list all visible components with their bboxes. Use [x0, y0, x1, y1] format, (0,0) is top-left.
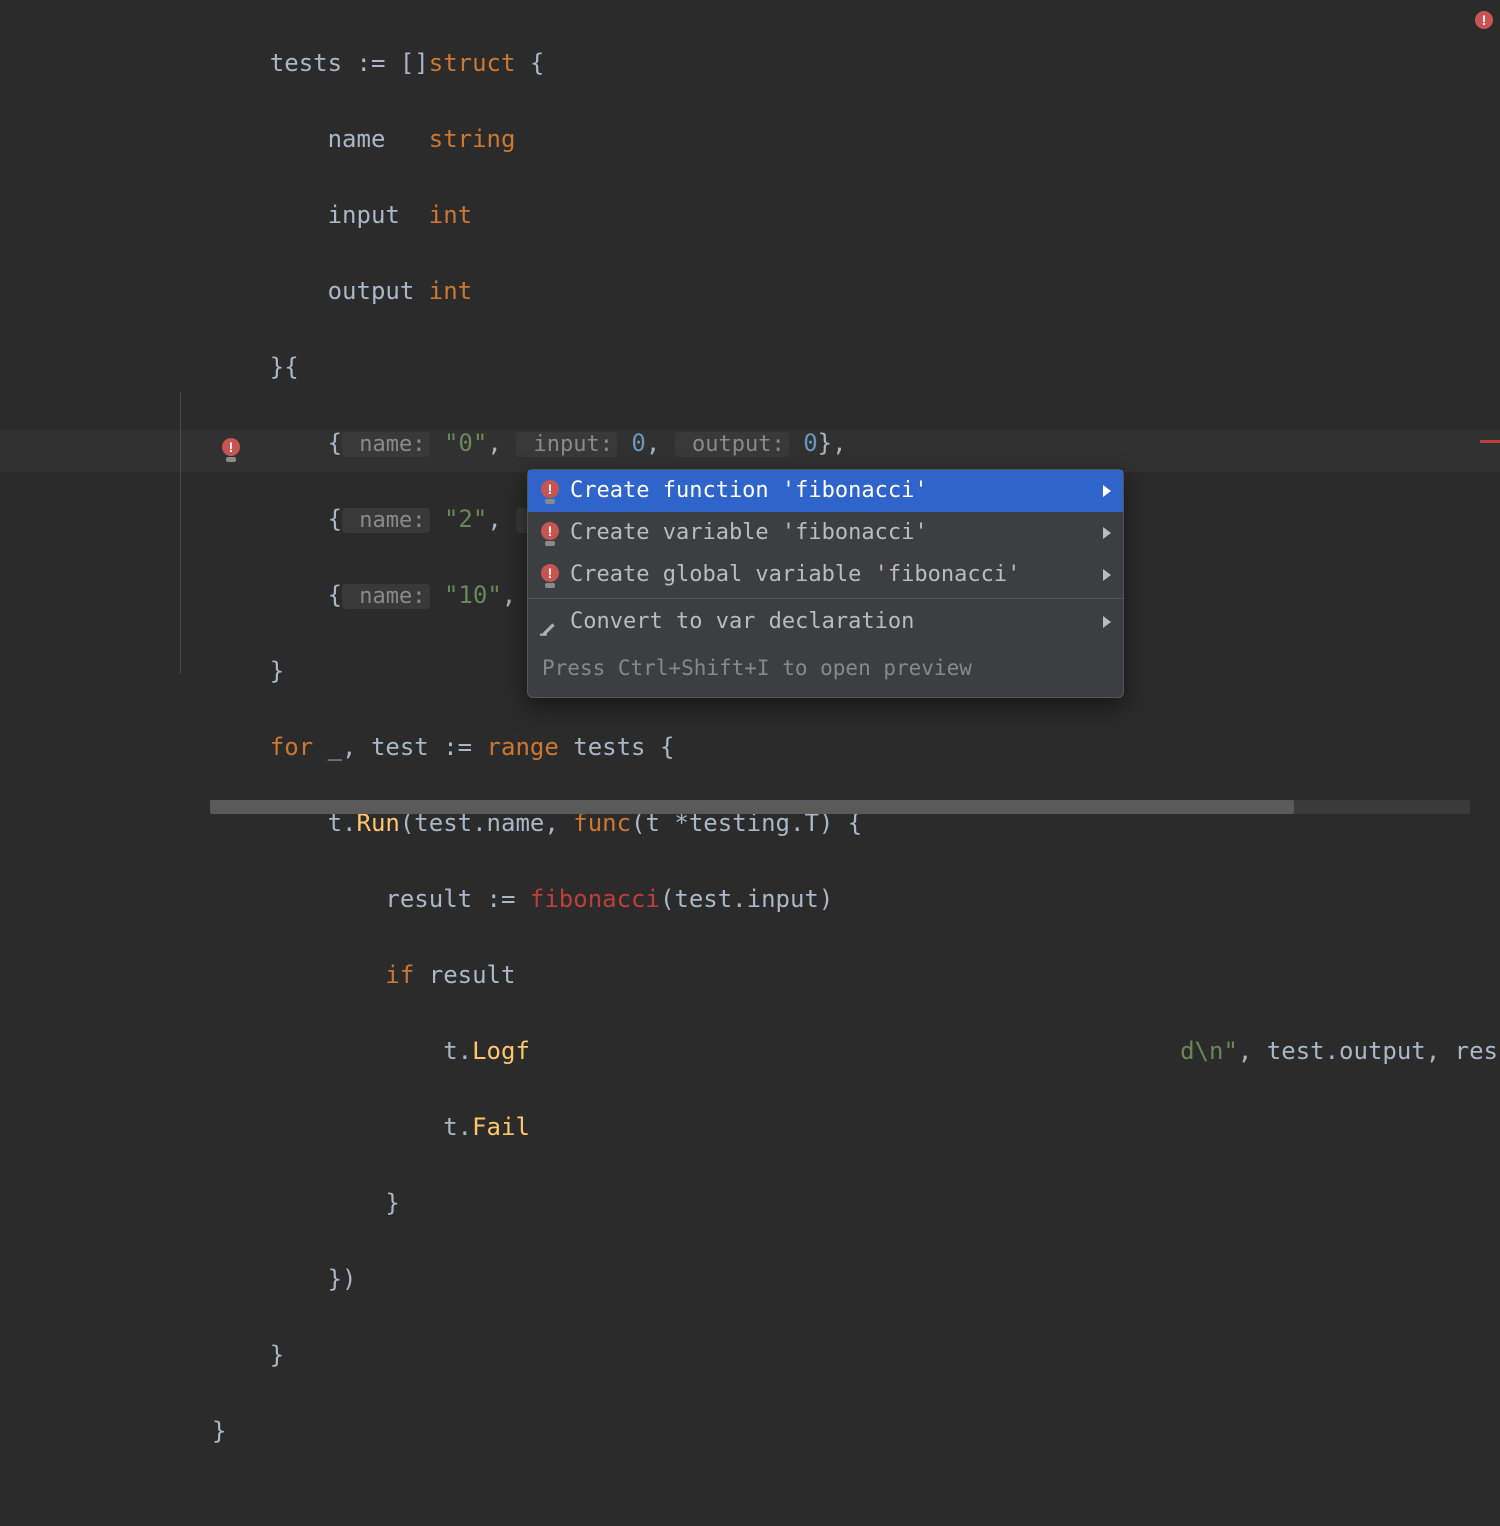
intention-item-convert-var[interactable]: Convert to var declaration: [528, 601, 1123, 643]
popup-separator: [528, 598, 1123, 599]
chevron-right-icon: [1103, 569, 1111, 581]
param-hint: name:: [342, 508, 429, 533]
chevron-right-icon: [1103, 616, 1111, 628]
error-bulb-icon: [540, 564, 570, 586]
popup-shortcut-hint: Press Ctrl+Shift+I to open preview: [528, 643, 1123, 697]
intention-item-label: Create function 'fibonacci': [570, 472, 1103, 510]
code-editor[interactable]: tests := []struct { name string input in…: [0, 0, 1500, 844]
chevron-right-icon: [1103, 527, 1111, 539]
param-hint: output:: [675, 432, 789, 457]
intention-item-label: Create global variable 'fibonacci': [570, 556, 1103, 594]
intention-item-label: Create variable 'fibonacci': [570, 514, 1103, 552]
editor-gutter: [0, 0, 210, 844]
chevron-right-icon: [1103, 485, 1111, 497]
intention-actions-popup: Create function 'fibonacci' Create varia…: [527, 469, 1124, 698]
error-bulb-icon: [540, 522, 570, 544]
scrollbar-thumb[interactable]: [210, 800, 1294, 814]
error-bulb-icon: [540, 480, 570, 502]
intention-item-create-variable[interactable]: Create variable 'fibonacci': [528, 512, 1123, 554]
horizontal-scrollbar[interactable]: [210, 800, 1470, 814]
param-hint: name:: [342, 584, 429, 609]
pencil-icon: [540, 613, 570, 631]
intention-item-create-global-variable[interactable]: Create global variable 'fibonacci': [528, 554, 1123, 596]
scope-guide: [180, 392, 181, 674]
intention-item-label: Convert to var declaration: [570, 603, 1103, 641]
param-hint: input:: [516, 432, 617, 457]
intention-item-create-function[interactable]: Create function 'fibonacci': [528, 470, 1123, 512]
param-hint: name:: [342, 432, 429, 457]
code-area[interactable]: tests := []struct { name string input in…: [212, 6, 1500, 1526]
